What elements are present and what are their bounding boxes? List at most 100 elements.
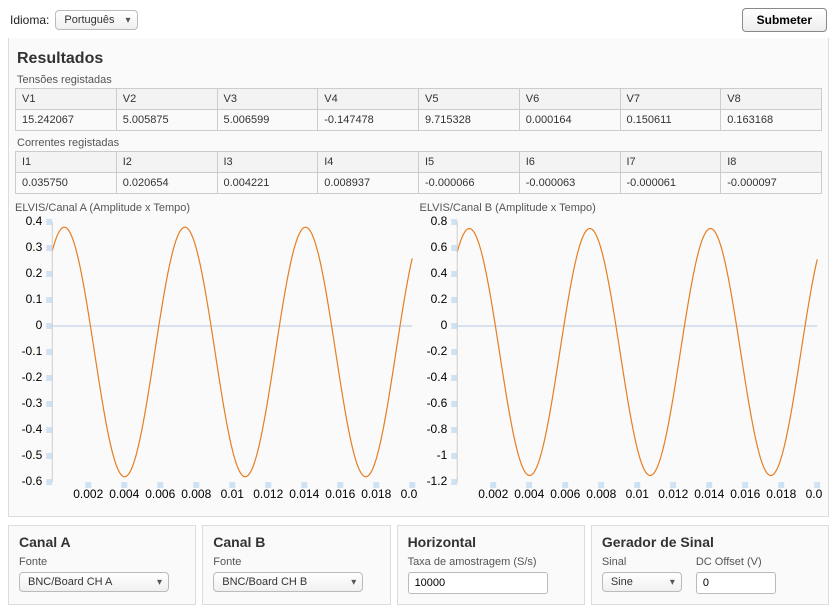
table-header: I6 [519, 152, 620, 173]
table-header: I4 [318, 152, 419, 173]
canal-a-source-select[interactable]: BNC/Board CH A [19, 572, 169, 592]
svg-text:0.4: 0.4 [430, 266, 447, 280]
table-header: I5 [419, 152, 520, 173]
table-cell: -0.000061 [620, 173, 721, 194]
language-select[interactable]: Português [55, 10, 137, 30]
table-header: I2 [116, 152, 217, 173]
table-cell: -0.000066 [419, 173, 520, 194]
svg-text:0.016: 0.016 [325, 487, 355, 501]
svg-text:0.018: 0.018 [361, 487, 391, 501]
table-cell: 0.020654 [116, 173, 217, 194]
svg-text:0.016: 0.016 [730, 487, 760, 501]
dc-offset-label: DC Offset (V) [696, 556, 776, 568]
language-label: Idioma: [10, 13, 49, 27]
horizontal-title: Horizontal [408, 534, 574, 550]
table-cell: 0.163168 [721, 110, 822, 131]
canal-b-title: Canal B [213, 534, 379, 550]
svg-text:-0.2: -0.2 [22, 370, 43, 384]
canal-a-title: Canal A [19, 534, 185, 550]
table-cell: -0.000063 [519, 173, 620, 194]
currents-table: I1I2I3I4I5I6I7I8 0.0357500.0206540.00422… [15, 151, 822, 194]
table-header: V1 [16, 89, 117, 110]
canal-a-fonte-label: Fonte [19, 556, 185, 568]
voltages-subtitle: Tensões registadas [17, 74, 822, 86]
svg-text:0.014: 0.014 [289, 487, 319, 501]
voltages-table: V1V2V3V4V5V6V7V8 15.2420675.0058755.0065… [15, 88, 822, 131]
canal-b-source-value: BNC/Board CH B [222, 576, 307, 588]
svg-text:0.4: 0.4 [26, 216, 43, 228]
chart-canal-a: -0.6 -0.5 -0.4 -0.3 -0.2 -0.1 0 0.1 0.2 0.3 0.4 0.0… [15, 216, 418, 506]
svg-text:-1.2: -1.2 [426, 474, 447, 488]
results-title: Resultados [17, 50, 822, 68]
currents-subtitle: Correntes registadas [17, 137, 822, 149]
svg-text:0.018: 0.018 [766, 487, 796, 501]
svg-text:0.6: 0.6 [430, 240, 447, 254]
table-header: V6 [519, 89, 620, 110]
signal-type-value: Sine [611, 576, 633, 588]
table-header: V5 [419, 89, 520, 110]
svg-text:0.002: 0.002 [73, 487, 103, 501]
chart-b-title: ELVIS/Canal B (Amplitude x Tempo) [420, 202, 823, 214]
table-header: V3 [217, 89, 318, 110]
table-header: V7 [620, 89, 721, 110]
svg-text:0.006: 0.006 [550, 487, 580, 501]
table-cell: -0.000097 [721, 173, 822, 194]
svg-text:0.006: 0.006 [145, 487, 175, 501]
table-header: V8 [721, 89, 822, 110]
signal-generator-panel: Gerador de Sinal Sinal Sine DC Offset (V… [591, 525, 829, 605]
canal-b-source-select[interactable]: BNC/Board CH B [213, 572, 363, 592]
table-cell: 0.008937 [318, 173, 419, 194]
svg-text:0: 0 [36, 318, 43, 332]
table-cell: 5.006599 [217, 110, 318, 131]
table-cell: -0.147478 [318, 110, 419, 131]
table-header: I8 [721, 152, 822, 173]
canal-b-fonte-label: Fonte [213, 556, 379, 568]
svg-text:-0.4: -0.4 [22, 422, 43, 436]
table-cell: 0.150611 [620, 110, 721, 131]
svg-text:0.002: 0.002 [478, 487, 508, 501]
table-cell: 0.000164 [519, 110, 620, 131]
table-header: I3 [217, 152, 318, 173]
svg-text:-1: -1 [436, 448, 447, 462]
svg-text:0.004: 0.004 [514, 487, 544, 501]
svg-text:-0.6: -0.6 [426, 396, 447, 410]
svg-text:0.012: 0.012 [253, 487, 283, 501]
svg-text:0.1: 0.1 [26, 292, 43, 306]
signal-type-label: Sinal [602, 556, 682, 568]
signal-generator-title: Gerador de Sinal [602, 534, 818, 550]
svg-text:0.3: 0.3 [26, 240, 43, 254]
svg-text:0.2: 0.2 [430, 292, 447, 306]
svg-text:0.004: 0.004 [109, 487, 139, 501]
dc-offset-input[interactable] [696, 572, 776, 594]
svg-text:0.014: 0.014 [694, 487, 724, 501]
svg-text:-0.3: -0.3 [22, 396, 43, 410]
canal-b-panel: Canal B Fonte BNC/Board CH B [202, 525, 390, 605]
table-header: I7 [620, 152, 721, 173]
svg-text:0.8: 0.8 [430, 216, 447, 228]
svg-text:-0.5: -0.5 [22, 448, 43, 462]
results-panel: Resultados Tensões registadas V1V2V3V4V5… [8, 38, 829, 517]
table-header: I1 [16, 152, 117, 173]
table-cell: 9.715328 [419, 110, 520, 131]
chart-canal-b: -1.2-1-0.8-0.6-0.4-0.200.20.40.60.80.002… [420, 216, 823, 506]
svg-text:0: 0 [440, 318, 447, 332]
svg-text:0.01: 0.01 [221, 487, 245, 501]
horizontal-panel: Horizontal Taxa de amostragem (S/s) [397, 525, 585, 605]
table-cell: 15.242067 [16, 110, 117, 131]
svg-text:-0.1: -0.1 [22, 344, 43, 358]
svg-text:0.008: 0.008 [586, 487, 616, 501]
language-select-value: Português [64, 14, 114, 26]
submit-button[interactable]: Submeter [742, 8, 827, 32]
canal-a-panel: Canal A Fonte BNC/Board CH A [8, 525, 196, 605]
svg-text:-0.2: -0.2 [426, 344, 447, 358]
signal-type-select[interactable]: Sine [602, 572, 682, 592]
svg-text:0.012: 0.012 [658, 487, 688, 501]
svg-text:0.2: 0.2 [26, 266, 43, 280]
table-cell: 0.004221 [217, 173, 318, 194]
svg-text:0.008: 0.008 [181, 487, 211, 501]
sample-rate-input[interactable] [408, 572, 548, 594]
table-cell: 5.005875 [116, 110, 217, 131]
svg-text:-0.6: -0.6 [22, 474, 43, 488]
sample-rate-label: Taxa de amostragem (S/s) [408, 556, 574, 568]
table-header: V4 [318, 89, 419, 110]
